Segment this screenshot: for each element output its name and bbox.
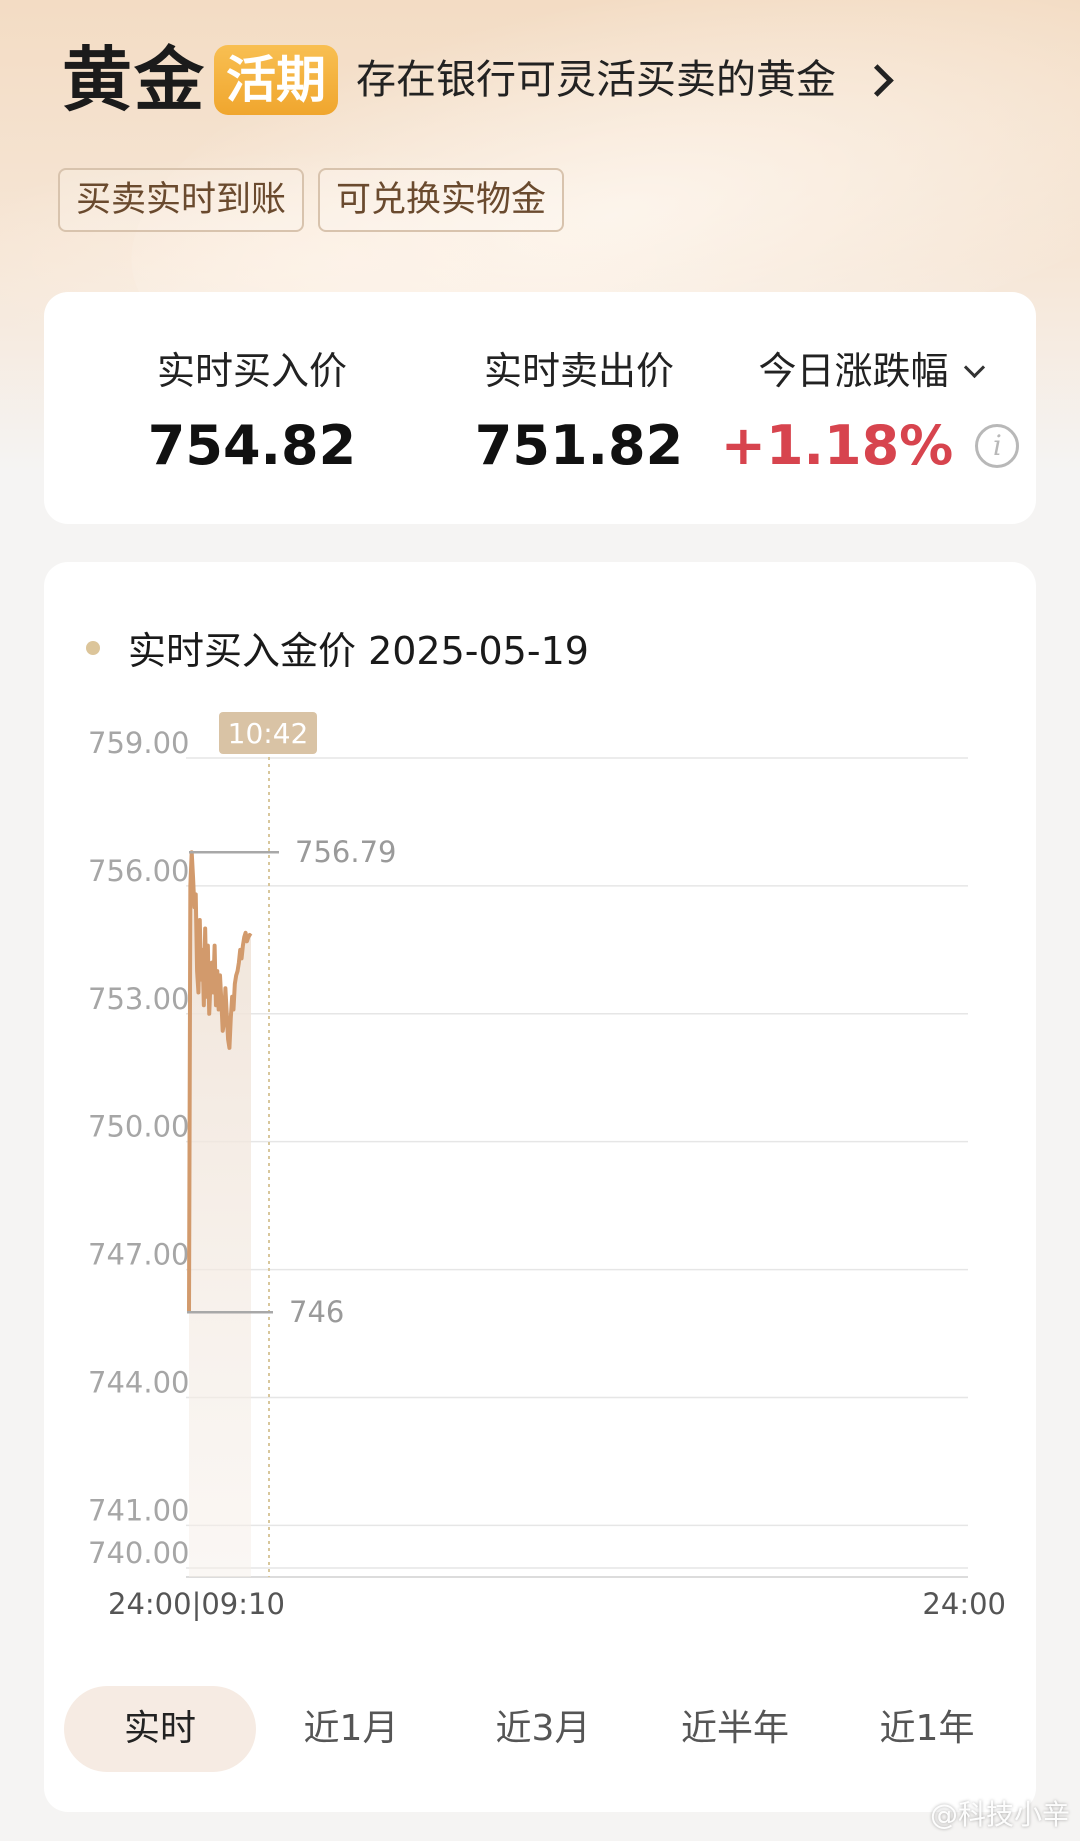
buy-price-block: 实时买入价 754.82 (102, 346, 402, 478)
info-icon[interactable]: i (975, 424, 1020, 468)
change-label: 今日涨跌幅 (758, 349, 949, 393)
low-marker-label: 746 (289, 1295, 344, 1329)
price-chart[interactable]: 759.00 756.00 753.00 750.00 747.00 744.00 741.… (44, 562, 1036, 1682)
watermark: @科技小辛 (929, 1798, 1070, 1831)
feature-tag: 可兑换实物金 (318, 168, 565, 232)
change-value: +1.18% (720, 414, 954, 477)
brand-title: 黄金 (62, 39, 206, 121)
brand-badge: 活期 (214, 45, 338, 115)
sell-price-label: 实时卖出价 (483, 349, 674, 393)
tab-half-year[interactable]: 近半年 (639, 1686, 831, 1772)
tab-3-months[interactable]: 近3月 (447, 1686, 639, 1772)
y-tick-label: 750.00 (88, 1110, 189, 1144)
tab-1-year[interactable]: 近1年 (831, 1686, 1023, 1772)
feature-tag: 买卖实时到账 (58, 168, 305, 232)
y-tick-label: 753.00 (88, 982, 189, 1016)
product-header[interactable]: 黄金 活期 存在银行可灵活买卖的黄金 (62, 39, 894, 121)
feature-tags: 买卖实时到账 可兑换实物金 (58, 168, 565, 232)
sell-price-value: 751.82 (474, 414, 684, 477)
high-marker-label: 756.79 (295, 835, 396, 869)
change-block: 今日涨跌幅 +1.18% i (720, 346, 1020, 478)
y-tick-label: 759.00 (88, 726, 189, 760)
tab-realtime[interactable]: 实时 (64, 1686, 256, 1772)
period-tabs: 实时 近1月 近3月 近半年 近1年 (64, 1686, 1024, 1772)
header-subtitle[interactable]: 存在银行可灵活买卖的黄金 (356, 42, 836, 118)
x-tick-label: 24:00|09:10 (108, 1587, 285, 1621)
chevron-right-icon[interactable] (861, 63, 894, 97)
tab-1-month[interactable]: 近1月 (255, 1686, 447, 1772)
cursor-time-label: 10:42 (228, 717, 309, 750)
y-tick-label: 740.00 (88, 1536, 189, 1570)
price-card: 实时买入价 754.82 实时卖出价 751.82 今日涨跌幅 +1.18% i (44, 292, 1036, 524)
y-tick-label: 741.00 (88, 1493, 189, 1527)
change-dropdown[interactable]: 今日涨跌幅 (720, 346, 1020, 396)
y-tick-label: 756.00 (88, 854, 189, 888)
y-tick-label: 744.00 (88, 1365, 189, 1399)
chevron-down-icon[interactable] (963, 356, 985, 378)
x-tick-label: 24:00 (922, 1587, 1006, 1621)
y-tick-label: 747.00 (88, 1238, 189, 1272)
buy-price-value: 754.82 (147, 414, 357, 477)
sell-price-block: 实时卖出价 751.82 (429, 346, 729, 478)
buy-price-label: 实时买入价 (156, 349, 347, 393)
chart-card: 实时买入金价 2025-05-19 759.00 756.00 753.00 750.… (44, 562, 1036, 1812)
